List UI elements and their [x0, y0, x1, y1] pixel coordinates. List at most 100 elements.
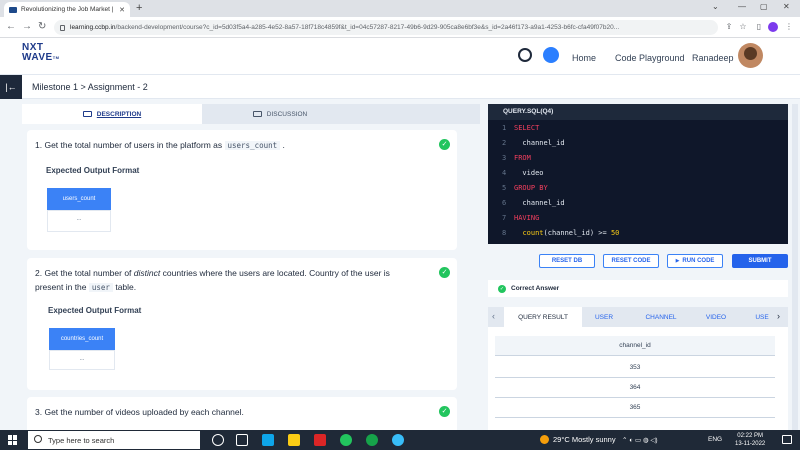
- whatsapp-icon[interactable]: [366, 434, 378, 446]
- check-icon: ✓: [439, 406, 450, 417]
- output-column-header: countries_count: [49, 328, 115, 350]
- back-icon[interactable]: ←: [6, 21, 16, 32]
- nav-home[interactable]: Home: [572, 53, 596, 63]
- reload-icon[interactable]: ↻: [38, 21, 46, 32]
- submit-button[interactable]: SUBMIT: [732, 254, 788, 268]
- result-table: channel_id 353 364 365: [488, 327, 788, 430]
- reset-db-button[interactable]: RESET DB: [539, 254, 595, 268]
- browser-menu-icon[interactable]: ⋮: [784, 22, 794, 32]
- window-close-icon[interactable]: ✕: [783, 2, 790, 11]
- sun-icon: [540, 435, 549, 444]
- file-explorer-icon[interactable]: [288, 434, 300, 446]
- url-input[interactable]: learning.ccbp.in /backend-development/co…: [54, 20, 718, 35]
- reset-code-button[interactable]: RESET CODE: [603, 254, 659, 268]
- avatar[interactable]: [738, 43, 763, 68]
- table-row: 353: [495, 358, 775, 378]
- tab-use[interactable]: USE: [748, 307, 776, 327]
- check-icon: ✓: [439, 267, 450, 278]
- code-line: 3 FROM: [502, 154, 531, 162]
- site-favicon-icon: [9, 6, 17, 13]
- result-tabs: ‹ QUERY RESULT USER CHANNEL VIDEO USE ›: [488, 307, 788, 327]
- question-2-text: 2. Get the total number of distinct coun…: [35, 268, 390, 292]
- question-list: 1. Get the total number of users in the …: [0, 124, 478, 430]
- page-scrollbar[interactable]: [792, 104, 798, 430]
- weather-widget[interactable]: 29°C Mostly sunny: [540, 435, 616, 444]
- user-name[interactable]: Ranadeep: [692, 53, 734, 63]
- result-column-header: channel_id: [495, 336, 775, 356]
- breadcrumb[interactable]: Milestone 1 > Assignment - 2: [32, 82, 148, 92]
- system-tray-icons[interactable]: ⌃ ◐ ▭ ◍ ◁): [622, 436, 658, 444]
- nxtwave-logo[interactable]: NXT WAVETM: [22, 43, 60, 63]
- task-view-icon[interactable]: [236, 434, 248, 446]
- cortana-icon[interactable]: [212, 434, 224, 446]
- language-indicator[interactable]: ENG: [708, 436, 722, 443]
- status-badge: ✓ Correct Answer: [488, 280, 788, 297]
- notification-icon[interactable]: [782, 435, 792, 444]
- description-tabs: DESCRIPTION DISCUSSION: [22, 104, 480, 124]
- browser-tab[interactable]: Revolutionizing the Job Market | ✕: [4, 2, 130, 17]
- code-line: 6 channel_id: [502, 199, 565, 207]
- forward-icon[interactable]: →: [22, 21, 32, 32]
- question-card-3: 3. Get the number of videos uploaded by …: [27, 397, 457, 430]
- timer-icon[interactable]: [518, 48, 532, 62]
- output-column-header: users_count: [47, 188, 111, 210]
- new-tab-icon[interactable]: +: [136, 2, 142, 14]
- tab-search-icon[interactable]: ⌄: [712, 2, 719, 11]
- code-line: 4 video: [502, 169, 544, 177]
- check-icon: ✓: [439, 139, 450, 150]
- code-line: 5 GROUP BY: [502, 184, 548, 192]
- run-code-button[interactable]: ▶ RUN CODE: [667, 254, 723, 268]
- bookmark-star-icon[interactable]: ☆: [738, 22, 748, 32]
- question-card-1: 1. Get the total number of users in the …: [27, 130, 457, 250]
- search-icon: [34, 435, 42, 443]
- lock-icon: [60, 24, 65, 31]
- tab-description[interactable]: DESCRIPTION: [22, 104, 202, 124]
- chrome-icon[interactable]: [340, 434, 352, 446]
- breadcrumb-bar: |← Milestone 1 > Assignment - 2: [0, 75, 800, 99]
- code-line: 7 HAVING: [502, 214, 540, 222]
- clock-date: 13-11-2022: [735, 441, 766, 447]
- telegram-icon[interactable]: [392, 434, 404, 446]
- url-path: /backend-development/course?c_id=5d03f5a…: [115, 24, 620, 31]
- minimize-icon[interactable]: —: [738, 2, 746, 11]
- output-placeholder: ...: [49, 350, 115, 370]
- tab-discussion[interactable]: DISCUSSION: [190, 104, 370, 124]
- store-icon[interactable]: [262, 434, 274, 446]
- tab-channel[interactable]: CHANNEL: [636, 307, 686, 327]
- sql-editor[interactable]: QUERY.SQL(Q4) 1 SELECT 2 channel_id 3 FROM…: [488, 104, 788, 244]
- status-text: Correct Answer: [511, 285, 560, 292]
- address-bar-row: ← → ↻ learning.ccbp.in /backend-developm…: [0, 17, 800, 38]
- code-line: 8 count(channel_id) >= 50: [502, 229, 620, 237]
- check-icon: ✓: [498, 284, 506, 293]
- chevron-right-icon[interactable]: ›: [777, 311, 780, 321]
- taskbar-search-input[interactable]: Type here to search: [28, 431, 200, 449]
- output-placeholder: ...: [47, 210, 111, 232]
- table-row: 364: [495, 378, 775, 398]
- logo-line2: WAVE: [22, 52, 53, 63]
- windows-taskbar: Type here to search 29°C Mostly sunny ⌃ …: [0, 430, 800, 450]
- maximize-icon[interactable]: ▢: [760, 2, 768, 11]
- code-line: 2 channel_id: [502, 139, 565, 147]
- tab-query-result[interactable]: QUERY RESULT: [504, 307, 582, 327]
- question-1-text: 1. Get the total number of users in the …: [35, 140, 285, 150]
- sidebar-toggle-icon[interactable]: |←: [0, 75, 22, 99]
- table-row: 365: [495, 398, 775, 418]
- run-code-label: RUN CODE: [682, 258, 715, 264]
- tab-description-label: DESCRIPTION: [96, 110, 142, 118]
- nav-code-playground[interactable]: Code Playground: [615, 53, 685, 63]
- editor-title: QUERY.SQL(Q4): [488, 104, 788, 120]
- windows-start-icon[interactable]: [8, 435, 18, 445]
- chat-icon[interactable]: [543, 47, 559, 63]
- share-icon[interactable]: ⇪: [724, 22, 734, 32]
- clock[interactable]: 02:22 PM 13-11-2022: [735, 432, 765, 448]
- tab-user[interactable]: USER: [584, 307, 624, 327]
- profile-icon[interactable]: [768, 22, 778, 32]
- chevron-left-icon[interactable]: ‹: [492, 311, 495, 321]
- tab-close-icon[interactable]: ✕: [119, 6, 125, 14]
- question-3-text: 3. Get the number of videos uploaded by …: [35, 407, 244, 417]
- sidebar-icon[interactable]: ▯: [754, 22, 764, 32]
- office-icon[interactable]: [314, 434, 326, 446]
- weather-text: 29°C Mostly sunny: [553, 435, 616, 444]
- tab-title: Revolutionizing the Job Market |: [21, 6, 114, 13]
- tab-video[interactable]: VIDEO: [696, 307, 736, 327]
